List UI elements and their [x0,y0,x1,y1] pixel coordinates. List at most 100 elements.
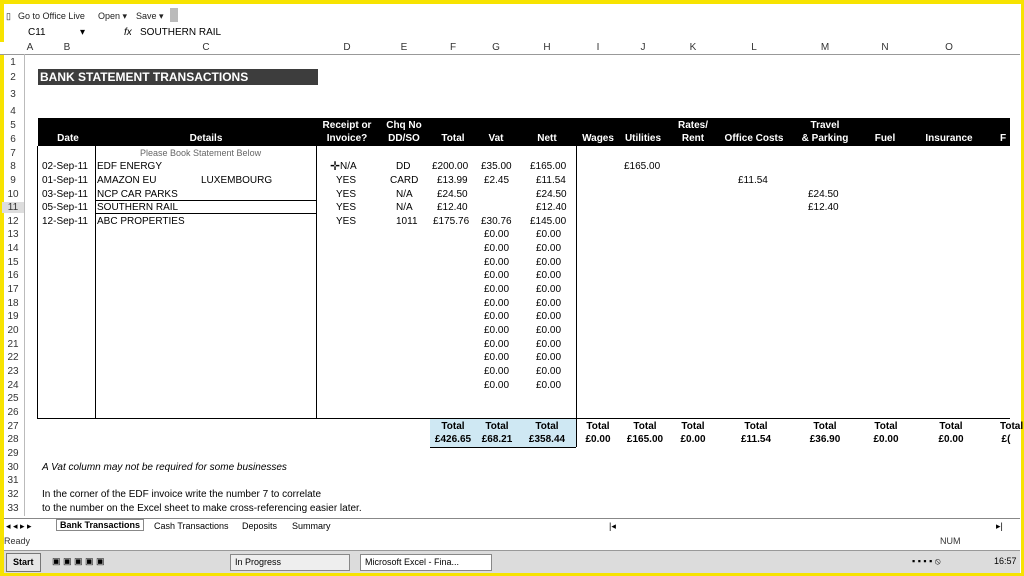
save-button[interactable]: Save ▾ [136,11,164,22]
total-label[interactable]: Total [668,421,718,432]
header-office-costs[interactable]: Office Costs [718,133,790,145]
total-label[interactable]: Total [860,421,912,432]
total-rates[interactable]: £0.00 [668,434,718,445]
total-label[interactable]: Total [1000,421,1023,432]
row-header[interactable]: 12 [2,216,24,227]
cell-vat[interactable]: £0.00 [484,380,509,391]
cell-nett[interactable]: £0.00 [536,339,561,350]
cell-vat[interactable]: £0.00 [484,229,509,240]
row-header[interactable]: 25 [2,393,24,404]
col-header-l[interactable]: L [718,42,790,53]
cell-chq[interactable]: DD [396,161,410,172]
header-travel-1[interactable]: Travel [790,120,860,132]
cell-chq[interactable]: N/A [396,202,413,213]
sheet-title[interactable]: BANK STATEMENT TRANSACTIONS [38,69,318,85]
cell-details-active[interactable]: SOUTHERN RAIL [97,202,178,213]
header-vat[interactable]: Vat [476,133,516,145]
taskbar-in-progress[interactable]: In Progress [230,554,350,571]
row-header-selected[interactable]: 11 [2,202,24,213]
cell-vat[interactable]: £0.00 [484,352,509,363]
cell-receipt[interactable]: N/A [340,161,357,172]
header-date[interactable]: Date [40,133,96,145]
taskbar-excel[interactable]: Microsoft Excel - Fina... [360,554,492,571]
row-header[interactable]: 20 [2,325,24,336]
row-header[interactable]: 28 [2,434,24,445]
cell-vat[interactable]: £0.00 [484,243,509,254]
total-label[interactable]: Total [718,421,794,432]
col-header-a[interactable]: A [22,42,38,53]
row-header[interactable]: 3 [2,89,24,100]
cell-details[interactable]: ABC PROPERTIES [97,216,185,227]
header-rates-2[interactable]: Rent [668,133,718,145]
row-header[interactable]: 14 [2,243,24,254]
cell-vat[interactable]: £2.45 [484,175,509,186]
total-label[interactable]: Total [790,421,860,432]
row-header[interactable]: 18 [2,298,24,309]
header-extra[interactable]: F [996,133,1010,145]
cell-total[interactable]: £175.76 [433,216,469,227]
header-rates-1[interactable]: Rates/ [668,120,718,132]
cell-date[interactable]: 12-Sep-11 [42,216,88,227]
total-label[interactable]: Total [578,421,618,432]
col-header-o[interactable]: O [910,42,988,53]
horizontal-scrollbar[interactable]: |◂ [609,521,616,532]
header-nett[interactable]: Nett [516,133,578,145]
cell-details[interactable]: NCP CAR PARKS [97,189,178,200]
row-header[interactable]: 23 [2,366,24,377]
row-header[interactable]: 17 [2,284,24,295]
tab-bank-transactions[interactable]: Bank Transactions [56,519,145,531]
row-header[interactable]: 5 [2,120,24,131]
cell-vat[interactable]: £0.00 [484,284,509,295]
total-total[interactable]: £426.65 [430,434,476,445]
toolbar-grip-icon[interactable] [170,8,178,22]
row-header[interactable]: 26 [2,407,24,418]
formula-input[interactable]: SOUTHERN RAIL [140,27,221,38]
cell-nett[interactable]: £0.00 [536,243,561,254]
row-header[interactable]: 6 [2,134,24,145]
cell-chq[interactable]: 1011 [396,216,418,227]
cell-travel[interactable]: £12.40 [808,202,839,213]
cell-nett[interactable]: £24.50 [536,189,567,200]
placeholder-text[interactable]: Please Book Statement Below [140,148,261,158]
note-vat[interactable]: A Vat column may not be required for som… [42,462,287,473]
row-header[interactable]: 22 [2,352,24,363]
total-label[interactable]: Total [618,421,672,432]
cell-vat[interactable]: £0.00 [484,270,509,281]
cell-total[interactable]: £13.99 [437,175,468,186]
row-header[interactable]: 9 [2,175,24,186]
cell-nett[interactable]: £0.00 [536,380,561,391]
tab-cash-transactions[interactable]: Cash Transactions [154,521,229,531]
cell-nett[interactable]: £0.00 [536,352,561,363]
cell-details[interactable]: AMAZON EU [97,175,156,186]
cell-utilities[interactable]: £165.00 [624,161,660,172]
cell-vat[interactable]: £0.00 [484,257,509,268]
header-wages[interactable]: Wages [578,133,618,145]
row-header[interactable]: 32 [2,489,24,500]
col-header-n[interactable]: N [860,42,910,53]
total-wages[interactable]: £0.00 [578,434,618,445]
cell-total[interactable]: £200.00 [432,161,468,172]
cell-nett[interactable]: £0.00 [536,298,561,309]
cell-nett[interactable]: £145.00 [530,216,566,227]
cell-receipt[interactable]: YES [336,189,356,200]
cell-nett[interactable]: £12.40 [536,202,567,213]
total-insurance[interactable]: £0.00 [910,434,992,445]
cell-nett[interactable]: £0.00 [536,229,561,240]
tab-summary[interactable]: Summary [292,521,331,531]
header-total[interactable]: Total [430,133,476,145]
open-button[interactable]: Open ▾ [98,11,127,22]
header-details[interactable]: Details [96,133,316,145]
row-header[interactable]: 13 [2,229,24,240]
cell-nett[interactable]: £0.00 [536,311,561,322]
total-extra[interactable]: £( [998,434,1014,445]
row-header[interactable]: 4 [2,106,24,117]
row-header[interactable]: 2 [2,72,24,83]
cell-chq[interactable]: CARD [390,175,418,186]
cell-date[interactable]: 01-Sep-11 [42,175,88,186]
note-line-1[interactable]: In the corner of the EDF invoice write t… [42,489,321,500]
total-label[interactable]: Total [910,421,992,432]
note-line-2[interactable]: to the number on the Excel sheet to make… [42,503,362,514]
row-header[interactable]: 10 [2,189,24,200]
total-utilities[interactable]: £165.00 [618,434,672,445]
name-box[interactable]: C11 [28,27,46,38]
